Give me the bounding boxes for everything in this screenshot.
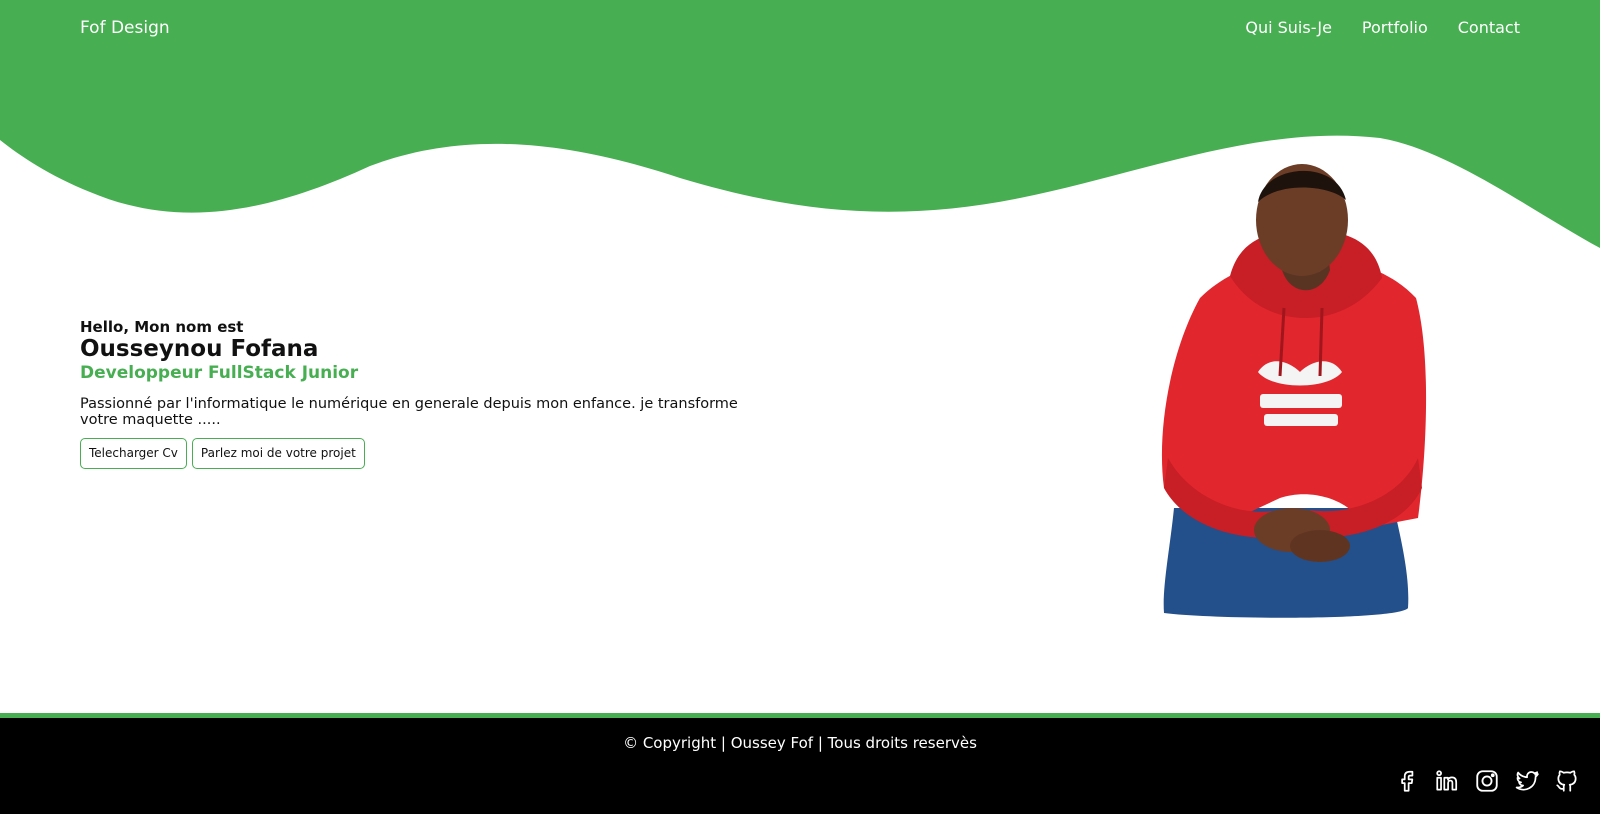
hero-role: Developpeur FullStack Junior (80, 363, 359, 383)
github-icon[interactable] (1554, 768, 1580, 794)
nav-item-qui-suis-je[interactable]: Qui Suis-Je (1245, 18, 1332, 37)
nav-item-portfolio[interactable]: Portfolio (1362, 18, 1428, 37)
nav-item-contact[interactable]: Contact (1458, 18, 1520, 37)
site-header: Fof Design Qui Suis-Je Portfolio Contact (0, 0, 1600, 72)
twitter-icon[interactable] (1514, 768, 1540, 794)
copyright-text: © Copyright | Oussey Fof | Tous droits r… (623, 734, 977, 752)
facebook-icon[interactable] (1394, 768, 1420, 794)
download-cv-button[interactable]: Telecharger Cv (80, 438, 187, 469)
hero-intro: Hello, Mon nom est (80, 318, 244, 336)
social-links (1394, 768, 1580, 794)
page: Fof Design Qui Suis-Je Portfolio Contact… (0, 0, 1600, 814)
main-nav: Qui Suis-Je Portfolio Contact (1245, 18, 1520, 37)
hero-name: Ousseynou Fofana (80, 336, 319, 362)
linkedin-icon[interactable] (1434, 768, 1460, 794)
site-footer: © Copyright | Oussey Fof | Tous droits r… (0, 713, 1600, 814)
contact-project-button[interactable]: Parlez moi de votre projet (191, 438, 365, 469)
hero-description: Passionné par l'informatique le numériqu… (80, 396, 738, 428)
site-logo[interactable]: Fof Design (80, 18, 170, 38)
person-portrait-icon (1160, 158, 1460, 628)
hero-actions: Telecharger Cv Parlez moi de votre proje… (80, 438, 780, 469)
hero-section: Hello, Mon nom est Ousseynou Fofana Deve… (80, 318, 780, 469)
instagram-icon[interactable] (1474, 768, 1500, 794)
